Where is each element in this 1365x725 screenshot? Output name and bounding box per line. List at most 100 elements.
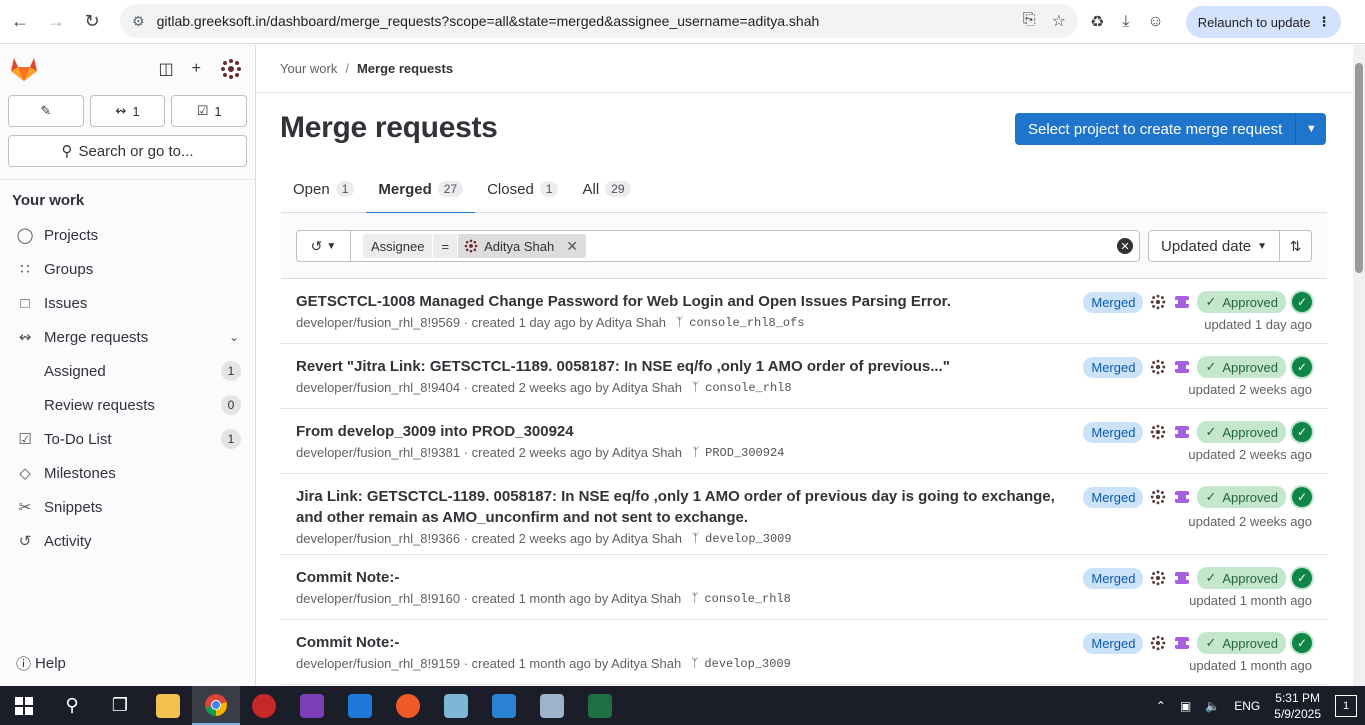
search-icon[interactable]: ⚲ <box>48 686 96 725</box>
target-branch[interactable]: ᛉ develop_3009 <box>691 657 791 671</box>
download-icon[interactable]: ⤓ <box>1122 13 1129 31</box>
help-link[interactable]: ⓘ Help <box>16 653 66 674</box>
merge-request-row[interactable]: GETSCTCL-1008 Managed Change Password fo… <box>281 279 1327 344</box>
sidebar-item-merge-requests[interactable]: ↭ Merge requests ⌄ <box>0 320 255 354</box>
sidebar-item-projects[interactable]: ◯ Projects <box>0 218 255 252</box>
merge-request-title[interactable]: Commit Note:- <box>296 632 1056 653</box>
visual-studio-icon[interactable] <box>288 686 336 725</box>
menu-dots-icon[interactable]: ⋮ <box>1318 14 1331 30</box>
merge-request-reference[interactable]: developer/fusion_rhl_8!9160 · created 1 … <box>296 591 681 606</box>
reviewer-avatar[interactable] <box>1173 358 1191 376</box>
clear-search-icon[interactable]: ✕ <box>1117 238 1133 254</box>
approved-badge[interactable]: ✓ Approved <box>1197 632 1286 654</box>
pipeline-passed-icon[interactable]: ✓ <box>1292 422 1312 442</box>
approved-badge[interactable]: ✓ Approved <box>1197 486 1286 508</box>
target-branch[interactable]: ᛉ console_rhl8 <box>691 592 791 606</box>
chevron-down-icon[interactable]: ▼ <box>1295 113 1327 145</box>
network-icon[interactable]: ▣ <box>1180 699 1191 713</box>
merge-request-title[interactable]: Jira Link: GETSCTCL-1189. 0058187: In NS… <box>296 486 1056 528</box>
remove-token-icon[interactable]: ✕ <box>566 238 578 255</box>
sidebar-item-assigned[interactable]: Assigned 1 <box>0 354 255 388</box>
breadcrumb-parent[interactable]: Your work <box>280 61 337 76</box>
approved-badge[interactable]: ✓ Approved <box>1197 356 1286 378</box>
sidebar-item-snippets[interactable]: ✂ Snippets <box>0 490 255 524</box>
remote-desktop-icon[interactable] <box>528 686 576 725</box>
tab-all[interactable]: All 29 <box>570 165 642 213</box>
approved-badge[interactable]: ✓ Approved <box>1197 421 1286 443</box>
back-icon[interactable]: ← <box>4 6 36 38</box>
site-info-icon[interactable]: ⚙ <box>132 13 145 30</box>
notepad-icon[interactable] <box>432 686 480 725</box>
create-mr-button[interactable]: Select project to create merge request <box>1015 113 1296 145</box>
tab-open[interactable]: Open 1 <box>281 165 366 213</box>
target-branch[interactable]: ᛉ console_rhl8_ofs <box>676 316 804 330</box>
merge-request-title[interactable]: From develop_3009 into PROD_300924 <box>296 421 1056 442</box>
sidebar-item-review-requests[interactable]: Review requests 0 <box>0 388 255 422</box>
volume-icon[interactable]: 🔈 <box>1205 699 1220 713</box>
pipeline-passed-icon[interactable]: ✓ <box>1292 568 1312 588</box>
git-tool-icon[interactable] <box>384 686 432 725</box>
lightning-app-icon[interactable] <box>480 686 528 725</box>
task-view-icon[interactable]: ❐ <box>96 686 144 725</box>
reviewer-avatar[interactable] <box>1173 569 1191 587</box>
tab-closed[interactable]: Closed 1 <box>475 165 570 213</box>
target-branch[interactable]: ᛉ PROD_300924 <box>692 446 784 460</box>
reviewer-avatar[interactable] <box>1173 293 1191 311</box>
breadcrumb-current[interactable]: Merge requests <box>357 61 453 76</box>
reviewer-avatar[interactable] <box>1173 488 1191 506</box>
reload-icon[interactable]: ↻ <box>76 6 108 38</box>
pipeline-passed-icon[interactable]: ✓ <box>1292 487 1312 507</box>
search-button[interactable]: ⚲ Search or go to... <box>8 135 247 167</box>
sort-direction-icon[interactable]: ⇅ <box>1280 230 1312 262</box>
merge-request-row[interactable]: Commit Note:- developer/fusion_rhl_8!9159… <box>281 620 1327 685</box>
merge-request-reference[interactable]: developer/fusion_rhl_8!9404 · created 2 … <box>296 380 682 395</box>
excel-icon[interactable] <box>576 686 624 725</box>
sidebar-item-todo-list[interactable]: ☑ To-Do List 1 <box>0 422 255 456</box>
merge-request-reference[interactable]: developer/fusion_rhl_8!9159 · created 1 … <box>296 656 681 671</box>
assignee-avatar[interactable] <box>1149 423 1167 441</box>
merge-request-title[interactable]: Revert "Jitra Link: GETSCTCL-1189. 00581… <box>296 356 1056 377</box>
filtered-search-input[interactable]: Assignee = Aditya Shah ✕ ✕ <box>350 230 1140 262</box>
merge-request-reference[interactable]: developer/fusion_rhl_8!9366 · created 2 … <box>296 531 682 546</box>
mr-count-button[interactable]: ↭ 1 <box>89 95 166 127</box>
relaunch-button[interactable]: Relaunch to update ⋮ <box>1185 6 1341 38</box>
tab-merged[interactable]: Merged 27 <box>366 165 475 214</box>
assignee-avatar[interactable] <box>1149 358 1167 376</box>
scrollbar[interactable] <box>1353 45 1365 686</box>
issues-count-button[interactable]: ✎ <box>8 95 84 127</box>
assignee-avatar[interactable] <box>1149 293 1167 311</box>
extensions-icon[interactable]: ♻ <box>1090 12 1104 32</box>
assignee-avatar[interactable] <box>1149 634 1167 652</box>
reviewer-avatar[interactable] <box>1173 423 1191 441</box>
chrome-icon[interactable] <box>192 686 240 725</box>
merge-request-row[interactable]: Jira Link: GETSCTCL-1189. 0058187: In NS… <box>281 474 1327 555</box>
approved-badge[interactable]: ✓ Approved <box>1197 567 1286 589</box>
todo-count-button[interactable]: ☑ 1 <box>171 95 248 127</box>
filter-token[interactable]: Assignee = Aditya Shah ✕ <box>363 234 586 258</box>
assignee-avatar[interactable] <box>1149 488 1167 506</box>
pipeline-passed-icon[interactable]: ✓ <box>1292 292 1312 312</box>
sidebar-item-groups[interactable]: ∷ Groups <box>0 252 255 286</box>
sidebar-toggle-icon[interactable]: ◫ <box>159 59 174 79</box>
pipeline-passed-icon[interactable]: ✓ <box>1292 357 1312 377</box>
user-avatar[interactable] <box>219 57 243 81</box>
plus-icon[interactable]: + <box>192 60 201 78</box>
sidebar-item-milestones[interactable]: ◇ Milestones <box>0 456 255 490</box>
file-explorer-icon[interactable] <box>144 686 192 725</box>
merge-request-title[interactable]: Commit Note:- <box>296 567 1056 588</box>
merge-request-row[interactable]: Commit Note:- developer/fusion_rhl_8!9160… <box>281 555 1327 620</box>
bookmark-star-icon[interactable]: ☆ <box>1052 11 1066 31</box>
clock[interactable]: 5:31 PM 5/9/2025 <box>1274 690 1321 722</box>
profile-icon[interactable]: ☺ <box>1147 13 1163 31</box>
sort-dropdown[interactable]: Updated date ▼ <box>1148 230 1280 262</box>
chat-app-icon[interactable] <box>240 686 288 725</box>
recent-searches-button[interactable]: ↺ ▼ <box>296 230 351 262</box>
target-branch[interactable]: ᛉ develop_3009 <box>692 532 792 546</box>
language-indicator[interactable]: ENG <box>1234 699 1260 713</box>
merge-request-row[interactable]: Revert "Jitra Link: GETSCTCL-1189. 00581… <box>281 344 1327 409</box>
merge-request-reference[interactable]: developer/fusion_rhl_8!9569 · created 1 … <box>296 315 666 330</box>
approved-badge[interactable]: ✓ Approved <box>1197 291 1286 313</box>
sidebar-item-activity[interactable]: ↺ Activity <box>0 524 255 558</box>
merge-request-row[interactable]: From develop_3009 into PROD_300924 develo… <box>281 409 1327 474</box>
reviewer-avatar[interactable] <box>1173 634 1191 652</box>
